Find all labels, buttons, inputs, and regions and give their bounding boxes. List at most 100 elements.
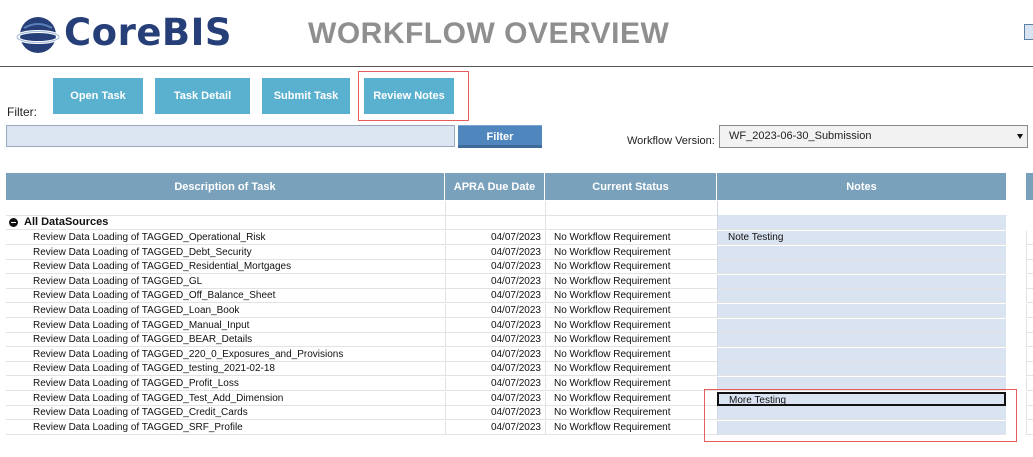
current-status: No Workflow Requirement xyxy=(545,318,717,333)
task-description[interactable]: Review Data Loading of TAGGED_Debt_Secur… xyxy=(6,246,445,260)
task-description[interactable]: Review Data Loading of TAGGED_SRF_Profil… xyxy=(6,421,445,435)
due-date: 04/07/2023 xyxy=(445,406,545,421)
current-status: No Workflow Requirement xyxy=(545,347,717,362)
current-status: No Workflow Requirement xyxy=(545,260,717,275)
table-row[interactable]: Review Data Loading of TAGGED_Loan_Book 0… xyxy=(6,304,1006,318)
due-date: 04/07/2023 xyxy=(445,274,545,289)
column-header-notes[interactable]: Notes xyxy=(717,173,1006,200)
due-date: 04/07/2023 xyxy=(445,391,545,406)
task-description[interactable]: Review Data Loading of TAGGED_GL xyxy=(6,275,445,289)
current-status: No Workflow Requirement xyxy=(545,245,717,260)
group-label: All DataSources xyxy=(24,216,109,228)
page-title: WORKFLOW OVERVIEW xyxy=(308,17,670,50)
notes-cell[interactable]: Note Testing xyxy=(717,231,1006,245)
column-header-status[interactable]: Current Status xyxy=(545,173,717,200)
side-cell xyxy=(1026,377,1033,391)
current-status: No Workflow Requirement xyxy=(545,304,717,318)
current-status: No Workflow Requirement xyxy=(545,333,717,348)
due-date: 04/07/2023 xyxy=(445,377,545,391)
due-date: 04/07/2023 xyxy=(445,347,545,362)
side-cell xyxy=(1026,245,1033,260)
side-cell xyxy=(1026,391,1033,406)
notes-cell[interactable] xyxy=(717,333,1006,348)
group-row-all-datasources[interactable]: All DataSources xyxy=(6,215,1006,230)
task-description[interactable]: Review Data Loading of TAGGED_Credit_Car… xyxy=(6,406,445,421)
side-cell xyxy=(1026,274,1033,289)
notes-cell[interactable] xyxy=(717,260,1006,275)
table-row[interactable]: Review Data Loading of TAGGED_220_0_Expo… xyxy=(6,347,1006,362)
task-description[interactable]: Review Data Loading of TAGGED_Loan_Book xyxy=(6,304,445,318)
filter-button[interactable]: Filter xyxy=(458,125,542,148)
corebis-logo-icon xyxy=(15,15,61,55)
task-description[interactable]: Review Data Loading of TAGGED_Off_Balanc… xyxy=(6,289,445,304)
table-row[interactable]: Review Data Loading of TAGGED_Residentia… xyxy=(6,260,1006,275)
notes-highlight xyxy=(704,389,1017,442)
side-cell xyxy=(1026,231,1033,245)
logo-text: CoreBIS xyxy=(64,11,233,54)
review-notes-highlight xyxy=(358,71,469,121)
task-description[interactable]: Review Data Loading of TAGGED_Profit_Los… xyxy=(6,377,445,391)
side-cell xyxy=(1026,260,1033,275)
side-cell xyxy=(1026,304,1033,318)
open-task-button[interactable]: Open Task xyxy=(53,78,143,114)
due-date: 04/07/2023 xyxy=(445,333,545,348)
column-header-description[interactable]: Description of Task xyxy=(6,173,445,200)
table-spacer-row xyxy=(6,201,1007,216)
table-row[interactable]: Review Data Loading of TAGGED_Manual_Inp… xyxy=(6,318,1006,333)
side-cell xyxy=(1026,333,1033,348)
table-row[interactable]: Review Data Loading of TAGGED_GL 04/07/20… xyxy=(6,274,1006,289)
side-cell xyxy=(1026,289,1033,304)
column-header-extra xyxy=(1026,173,1033,200)
chevron-down-icon[interactable] xyxy=(1017,134,1023,139)
task-description[interactable]: Review Data Loading of TAGGED_Test_Add_D… xyxy=(6,392,445,406)
due-date: 04/07/2023 xyxy=(445,420,545,435)
notes-cell[interactable] xyxy=(717,362,1006,377)
filter-label: Filter: xyxy=(7,105,37,119)
task-description[interactable]: Review Data Loading of TAGGED_Residentia… xyxy=(6,260,445,275)
due-date: 04/07/2023 xyxy=(445,289,545,304)
table-row[interactable]: Review Data Loading of TAGGED_BEAR_Detai… xyxy=(6,333,1006,348)
current-status: No Workflow Requirement xyxy=(545,420,717,435)
task-description[interactable]: Review Data Loading of TAGGED_220_0_Expo… xyxy=(6,348,445,362)
side-cell xyxy=(1026,420,1033,435)
collapse-minus-icon[interactable] xyxy=(9,218,18,227)
current-status: No Workflow Requirement xyxy=(545,274,717,289)
table-row[interactable]: Review Data Loading of TAGGED_Off_Balanc… xyxy=(6,289,1006,304)
table-row[interactable]: Review Data Loading of TAGGED_Operationa… xyxy=(6,231,1006,245)
due-date: 04/07/2023 xyxy=(445,245,545,260)
table-row[interactable]: Review Data Loading of TAGGED_Debt_Secur… xyxy=(6,245,1006,260)
notes-cell[interactable] xyxy=(717,245,1006,260)
due-date: 04/07/2023 xyxy=(445,318,545,333)
submit-task-button[interactable]: Submit Task xyxy=(262,78,350,114)
side-cell xyxy=(1026,406,1033,421)
notes-cell[interactable] xyxy=(717,347,1006,362)
workflow-version-select[interactable]: WF_2023-06-30_Submission xyxy=(719,125,1028,148)
current-status: No Workflow Requirement xyxy=(545,231,717,245)
task-description[interactable]: Review Data Loading of TAGGED_BEAR_Detai… xyxy=(6,333,445,348)
window-icon[interactable] xyxy=(1024,24,1033,40)
notes-cell[interactable] xyxy=(717,304,1006,318)
current-status: No Workflow Requirement xyxy=(545,377,717,391)
notes-cell[interactable] xyxy=(717,318,1006,333)
side-cell xyxy=(1026,318,1033,333)
due-date: 04/07/2023 xyxy=(445,362,545,377)
header-divider xyxy=(0,66,1033,67)
filter-input[interactable] xyxy=(6,125,455,147)
side-cell xyxy=(1026,347,1033,362)
due-date: 04/07/2023 xyxy=(445,304,545,318)
current-status: No Workflow Requirement xyxy=(545,406,717,421)
task-detail-button[interactable]: Task Detail xyxy=(155,78,250,114)
notes-cell[interactable] xyxy=(717,274,1006,289)
current-status: No Workflow Requirement xyxy=(545,362,717,377)
task-description[interactable]: Review Data Loading of TAGGED_Operationa… xyxy=(6,231,445,245)
side-cell xyxy=(1026,362,1033,377)
task-description[interactable]: Review Data Loading of TAGGED_testing_20… xyxy=(6,362,445,377)
table-row[interactable]: Review Data Loading of TAGGED_testing_20… xyxy=(6,362,1006,377)
workflow-version-label: Workflow Version: xyxy=(627,135,715,147)
due-date: 04/07/2023 xyxy=(445,260,545,275)
notes-cell[interactable] xyxy=(717,289,1006,304)
current-status: No Workflow Requirement xyxy=(545,391,717,406)
current-status: No Workflow Requirement xyxy=(545,289,717,304)
column-header-due-date[interactable]: APRA Due Date xyxy=(445,173,545,200)
task-description[interactable]: Review Data Loading of TAGGED_Manual_Inp… xyxy=(6,319,445,333)
